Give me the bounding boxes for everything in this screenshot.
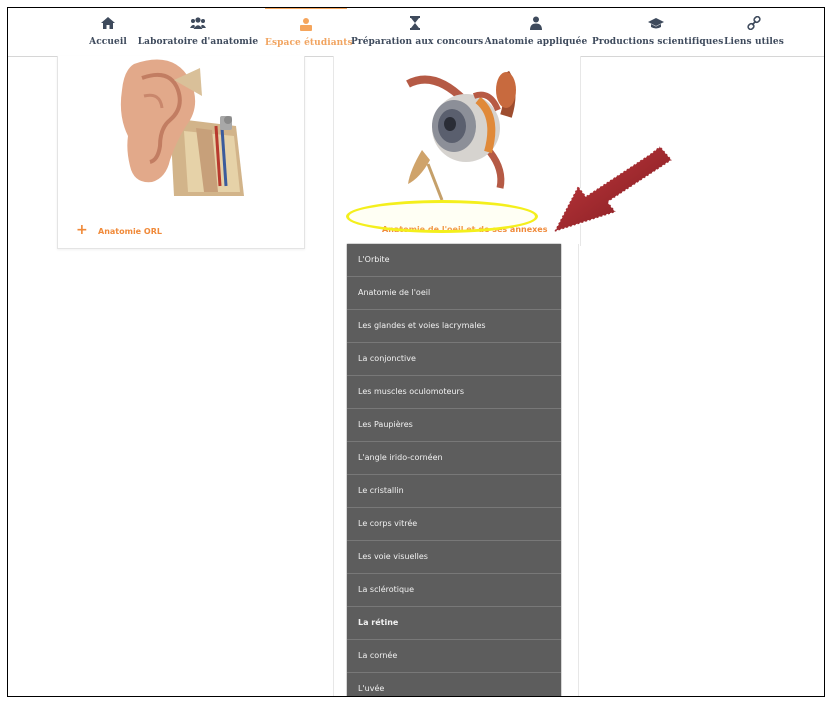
menu-item-paupieres[interactable]: Les Paupières xyxy=(347,409,561,442)
student-icon xyxy=(300,18,312,31)
home-icon xyxy=(101,17,115,29)
menu-item-cornee[interactable]: La cornée xyxy=(347,640,561,673)
card-link-anatomie-orl[interactable]: Anatomie ORL xyxy=(98,227,162,236)
menu-item-angle-irido-corneen[interactable]: L'angle irido-cornéen xyxy=(347,442,561,475)
eye-anatomy-image xyxy=(406,70,516,200)
submenu-oeil: L'Orbite Anatomie de l'oeil Les glandes … xyxy=(347,244,561,696)
menu-item-glandes-voies-lacrymales[interactable]: Les glandes et voies lacrymales xyxy=(347,310,561,343)
nav-productions-scientifiques[interactable]: Productions scientifiques xyxy=(592,8,723,56)
screenshot-frame: Accueil Laboratoire d'anatomie Espace ét… xyxy=(7,7,825,697)
menu-item-sclerotique[interactable]: La sclérotique xyxy=(347,574,561,607)
menu-item-muscles-oculomoteurs[interactable]: Les muscles oculomoteurs xyxy=(347,376,561,409)
pointer-arrow-icon xyxy=(552,144,674,234)
hourglass-icon xyxy=(410,16,420,30)
menu-item-cristallin[interactable]: Le cristallin xyxy=(347,475,561,508)
top-navigation: Accueil Laboratoire d'anatomie Espace ét… xyxy=(8,8,824,57)
doctor-icon xyxy=(530,16,542,30)
nav-espace-etudiants[interactable]: Espace étudiants xyxy=(265,8,353,57)
card-anatomie-orl[interactable]: + Anatomie ORL xyxy=(57,56,305,249)
menu-item-retine[interactable]: La rétine xyxy=(347,607,561,640)
nav-accueil[interactable]: Accueil xyxy=(86,8,130,56)
menu-item-orbite[interactable]: L'Orbite xyxy=(347,244,561,277)
nav-preparation-concours[interactable]: Préparation aux concours xyxy=(351,8,483,56)
menu-item-voie-visuelles[interactable]: Les voie visuelles xyxy=(347,541,561,574)
menu-item-anatomie-oeil[interactable]: Anatomie de l'oeil xyxy=(347,277,561,310)
nav-liens-utiles[interactable]: Liens utiles xyxy=(722,8,786,56)
ear-anatomy-image xyxy=(120,59,244,196)
nav-anatomie-appliquee[interactable]: Anatomie appliquée xyxy=(484,8,588,56)
menu-item-corps-vitree[interactable]: Le corps vitrée xyxy=(347,508,561,541)
graduation-cap-icon xyxy=(648,18,664,29)
highlight-oval xyxy=(346,200,538,233)
plus-icon: + xyxy=(76,222,88,238)
menu-item-uvee[interactable]: L'uvée xyxy=(347,673,561,696)
users-icon xyxy=(190,17,206,29)
nav-laboratoire[interactable]: Laboratoire d'anatomie xyxy=(134,8,262,56)
menu-item-conjonctive[interactable]: La conjonctive xyxy=(347,343,561,376)
link-icon xyxy=(747,16,761,30)
